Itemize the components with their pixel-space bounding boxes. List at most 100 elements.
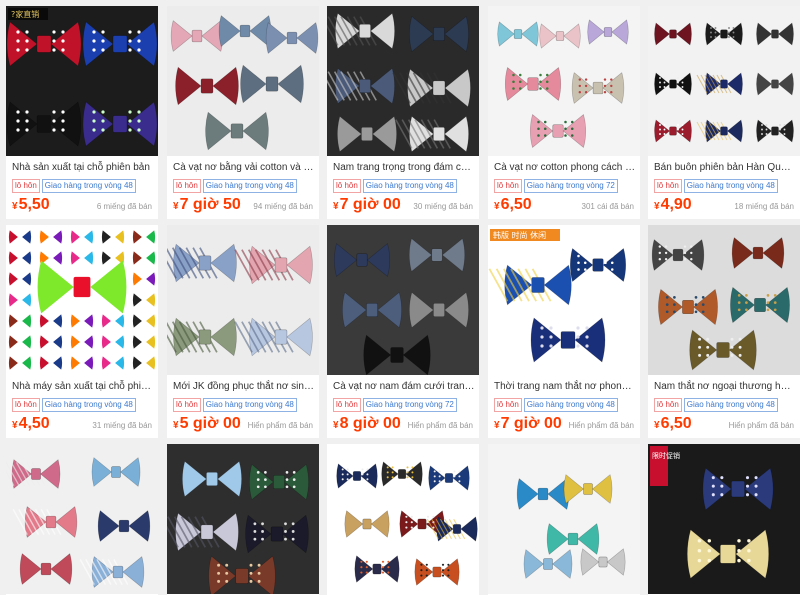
product-title[interactable]: Thời trang nam thắt nơ phong ...	[494, 380, 636, 394]
image-background	[167, 225, 319, 375]
currency-symbol: ¥	[333, 420, 339, 431]
image-label-text: ?家直销	[11, 9, 39, 19]
product-card[interactable]: Cà vạt nơ nam đám cưới trang ... lô hôn Gi…	[327, 225, 479, 438]
bow-tie-image-art: ?家直销	[6, 6, 158, 156]
sold-count: 18 miếng đã bán	[734, 202, 794, 211]
currency-symbol: ¥	[333, 201, 339, 212]
product-card[interactable]	[6, 444, 158, 595]
product-card[interactable]: Nhà máy sản xuất tại chỗ phiên... lô hôn G…	[6, 225, 158, 438]
product-card[interactable]: ?家直销 Nhà sản xuất tại chỗ phiên bản lô hôn…	[6, 6, 158, 219]
bow-tie-image[interactable]	[327, 225, 479, 375]
product-card[interactable]: 限时促销	[648, 444, 800, 595]
price-value: 7 giờ 00	[500, 415, 562, 432]
currency-symbol: ¥	[654, 420, 660, 431]
product-card[interactable]: Cà vạt nơ cotton phong cách H... lô hôn Gi…	[488, 6, 640, 219]
product-tags: lô hôn Giao hàng trong vòng 72	[333, 398, 459, 412]
bow-tie-image[interactable]	[6, 444, 158, 594]
bow-tie-image-art	[327, 6, 479, 156]
bow-tie-image[interactable]	[648, 225, 800, 375]
sample-badge: lô hôn	[333, 179, 361, 193]
delivery-badge: Giao hàng trong vòng 48	[523, 398, 618, 412]
product-title[interactable]: Cà vạt nơ cotton phong cách H...	[494, 161, 636, 175]
product-tags: lô hôn Giao hàng trong vòng 48	[12, 398, 138, 412]
product-price: ¥7 giờ 00	[494, 415, 562, 433]
product-grid: ?家直销 Nhà sản xuất tại chỗ phiên bản lô hôn…	[0, 0, 800, 595]
product-tags: lô hôn Giao hàng trong vòng 72	[494, 179, 620, 193]
product-card[interactable]	[167, 444, 319, 595]
product-tags: lô hôn Giao hàng trong vòng 48	[654, 398, 780, 412]
sample-badge: lô hôn	[12, 179, 40, 193]
bow-tie-image[interactable]	[167, 444, 319, 594]
sold-count: 6 miếng đã bán	[96, 202, 152, 211]
currency-symbol: ¥	[494, 420, 500, 431]
bow-tie-image[interactable]	[167, 6, 319, 156]
bow-tie-image[interactable]: 韩版 时尚 休闲	[488, 225, 640, 375]
product-price: ¥5 giờ 00	[173, 415, 241, 433]
product-card[interactable]: Nam thắt nơ ngoại thương hoa... lô hôn Gia…	[648, 225, 800, 438]
bow-tie-image[interactable]: 限时促销	[648, 444, 800, 594]
bow-tie-image[interactable]	[648, 6, 800, 156]
delivery-badge: Giao hàng trong vòng 48	[683, 179, 778, 193]
product-title[interactable]: Bán buôn phiên bản Hàn Quốc...	[654, 161, 796, 175]
sample-badge: lô hôn	[173, 398, 201, 412]
product-card[interactable]	[327, 444, 479, 595]
bow-tie-image[interactable]	[488, 6, 640, 156]
product-card[interactable]: Cà vạt nơ bằng vải cotton và v... lô hôn G…	[167, 6, 319, 219]
bow-tie-image-art	[327, 444, 479, 594]
bow-tie-image[interactable]	[167, 225, 319, 375]
currency-symbol: ¥	[494, 201, 500, 212]
product-title[interactable]: Nhà máy sản xuất tại chỗ phiên...	[12, 380, 154, 394]
delivery-badge: Giao hàng trong vòng 72	[362, 398, 457, 412]
delivery-badge: Giao hàng trong vòng 48	[41, 179, 136, 193]
product-title[interactable]: Cà vạt nơ bằng vải cotton và v...	[173, 161, 315, 175]
bow-tie-image[interactable]	[488, 444, 640, 594]
currency-symbol: ¥	[173, 420, 179, 431]
delivery-badge: Giao hàng trong vòng 48	[683, 398, 778, 412]
price-value: 5,50	[18, 196, 50, 213]
product-title[interactable]: Nhà sản xuất tại chỗ phiên bản	[12, 161, 154, 175]
product-tags: lô hôn Giao hàng trong vòng 48	[494, 398, 620, 412]
product-price: ¥4,90	[654, 196, 692, 214]
sample-badge: lô hôn	[654, 179, 682, 193]
product-price: ¥4,50	[12, 415, 50, 433]
product-title[interactable]: Mới JK đồng phục thắt nơ sinh ...	[173, 380, 315, 394]
product-price: ¥8 giờ 00	[333, 415, 401, 433]
bow-tie-image-art	[488, 6, 640, 156]
product-title[interactable]: Nam thắt nơ ngoại thương hoa...	[654, 380, 796, 394]
price-value: 6,50	[660, 415, 692, 432]
price-value: 6,50	[500, 196, 532, 213]
bow-tie-image[interactable]	[327, 6, 479, 156]
delivery-badge: Giao hàng trong vòng 72	[523, 179, 618, 193]
product-tags: lô hôn Giao hàng trong vòng 48	[173, 398, 299, 412]
currency-symbol: ¥	[173, 201, 179, 212]
product-card[interactable]: Mới JK đồng phục thắt nơ sinh ... lô hôn G…	[167, 225, 319, 438]
bow-tie-image-art	[648, 225, 800, 375]
sample-badge: lô hôn	[173, 179, 201, 193]
sold-count: Hiển phẩm đã bán	[568, 421, 634, 430]
product-card[interactable]	[488, 444, 640, 595]
product-title[interactable]: Cà vạt nơ nam đám cưới trang ...	[333, 380, 475, 394]
price-value: 7 giờ 50	[179, 196, 241, 213]
bow-tie-image-art	[6, 444, 158, 594]
image-label-text: 韩版 时尚 休闲	[493, 230, 546, 240]
price-value: 4,50	[18, 415, 50, 432]
bow-tie-image[interactable]	[327, 444, 479, 594]
bow-tie-image-art: 韩版 时尚 休闲	[488, 225, 640, 375]
product-price: ¥5,50	[12, 196, 50, 214]
bow-tie-knot	[73, 276, 91, 298]
product-tags: lô hôn Giao hàng trong vòng 48	[12, 179, 138, 193]
product-price: ¥6,50	[494, 196, 532, 214]
delivery-badge: Giao hàng trong vòng 48	[362, 179, 457, 193]
price-value: 8 giờ 00	[339, 415, 401, 432]
product-title[interactable]: Nam trang trọng trong đám cư...	[333, 161, 475, 175]
currency-symbol: ¥	[12, 201, 18, 212]
sold-count: 301 cái đã bán	[581, 202, 635, 211]
product-card[interactable]: Nam trang trọng trong đám cư... lô hôn Gia…	[327, 6, 479, 219]
bow-tie-image[interactable]: ?家直销	[6, 6, 158, 156]
bow-tie-image[interactable]	[6, 225, 158, 375]
product-price: ¥6,50	[654, 415, 692, 433]
product-card[interactable]: Bán buôn phiên bản Hàn Quốc... lô hôn Giao…	[648, 6, 800, 219]
sold-count: 30 miếng đã bán	[413, 202, 473, 211]
bow-tie-image-art	[648, 6, 800, 156]
product-card[interactable]: 韩版 时尚 休闲 Thời trang nam thắt nơ phong ...…	[488, 225, 640, 438]
